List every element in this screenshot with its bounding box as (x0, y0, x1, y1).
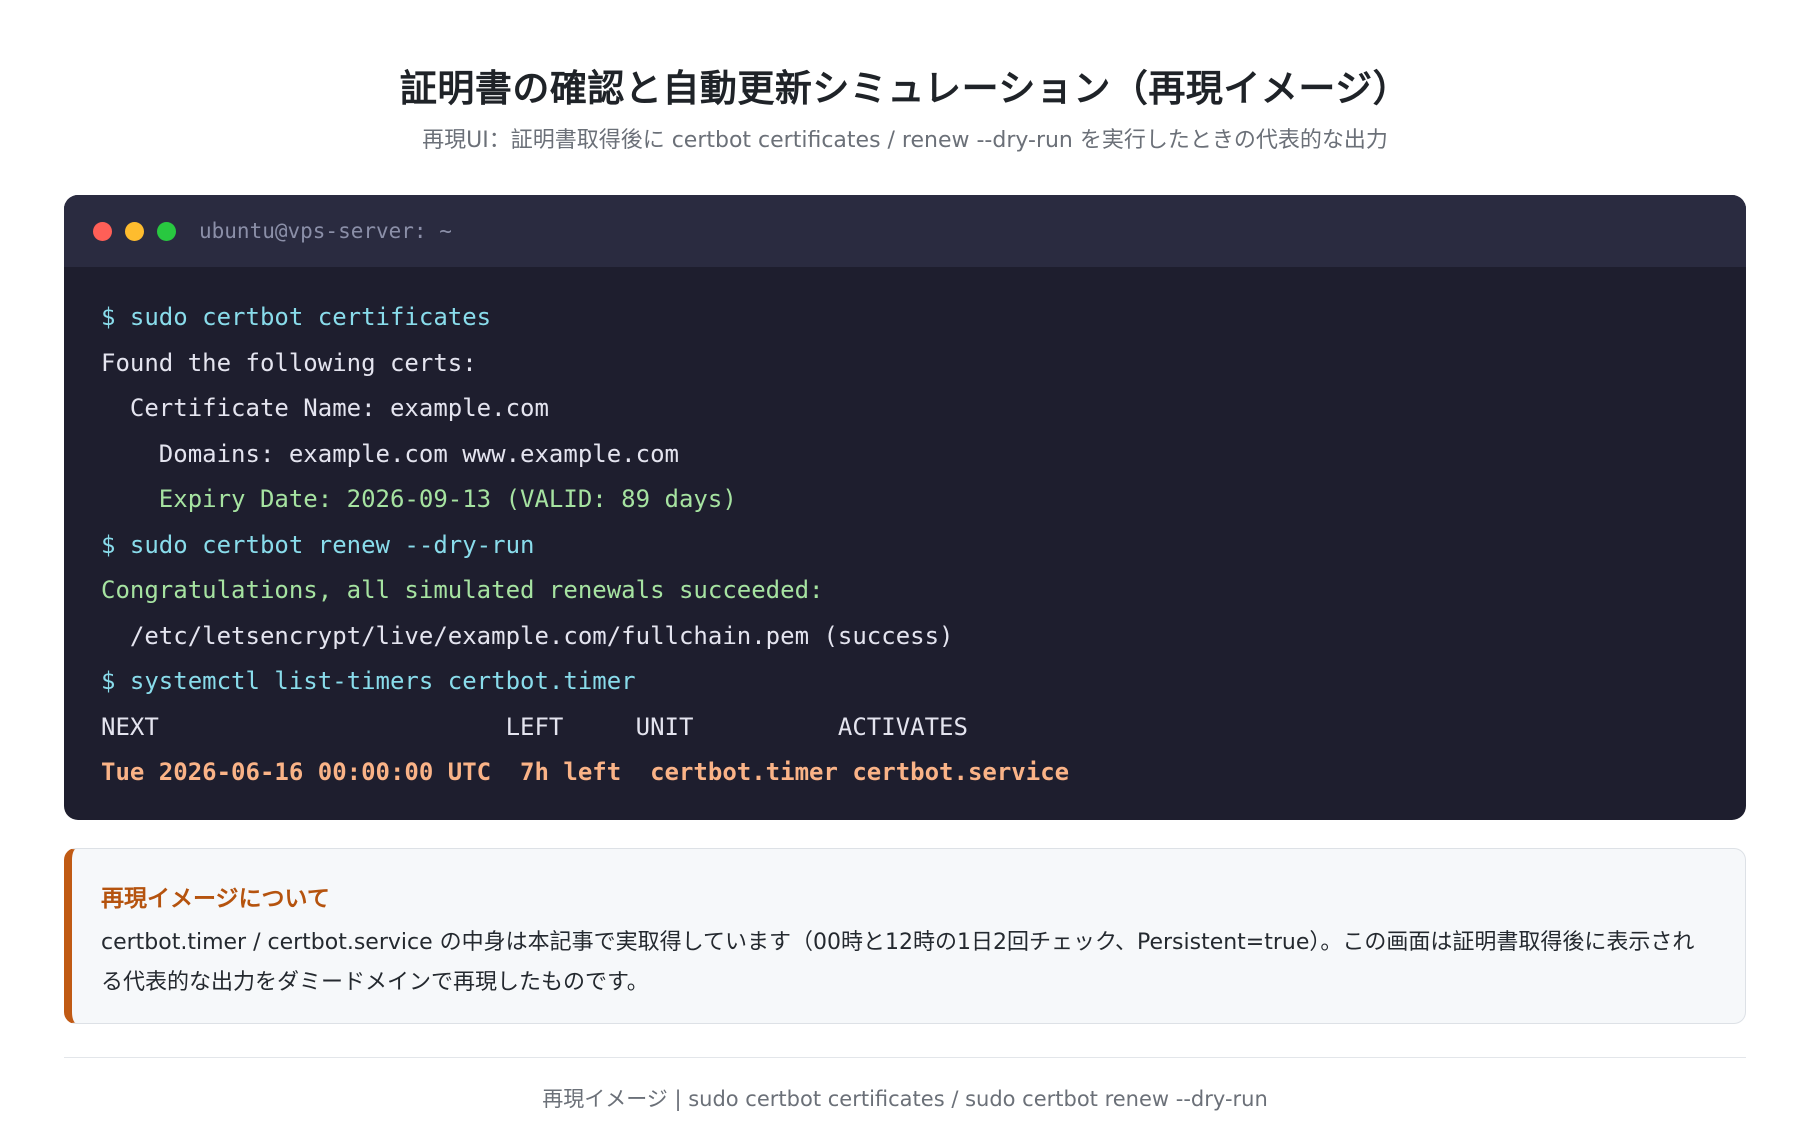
terminal-line: Certificate Name: example.com (101, 394, 549, 422)
footer-divider (64, 1057, 1746, 1058)
terminal-line: $ sudo certbot renew --dry-run (101, 530, 535, 559)
terminal-window[interactable]: ubuntu@vps-server: ~ $ sudo certbot cert… (64, 195, 1746, 820)
terminal-titlebar[interactable]: ubuntu@vps-server: ~ (64, 195, 1746, 267)
minimize-window-icon[interactable] (125, 221, 144, 241)
footer-caption: 再現イメージ | sudo certbot certificates / sud… (542, 1087, 1268, 1111)
maximize-window-icon[interactable] (157, 221, 176, 241)
note-title: 再現イメージについて (101, 886, 330, 912)
terminal-line: $ systemctl list-timers certbot.timer (101, 667, 636, 695)
note-text: certbot.timer / certbot.service の中身は本記事で… (101, 930, 1695, 995)
terminal-line: Found the following certs: (101, 348, 477, 377)
page-subtitle: 再現UI：証明書取得後に certbot certificates / rene… (422, 128, 1388, 153)
terminal-line: /etc/letsencrypt/live/example.com/fullch… (101, 621, 954, 650)
terminal-line: Expiry Date: 2026-09-13 (VALID: 89 days) (101, 485, 737, 513)
terminal-line: Domains: example.com www.example.com (101, 439, 679, 468)
info-note: 再現イメージについて certbot.timer / certbot.servi… (64, 848, 1746, 1024)
terminal-line: $ sudo certbot certificates (101, 303, 492, 331)
terminal-window-title: ubuntu@vps-server: ~ (199, 219, 452, 243)
terminal-line: NEXT LEFT UNIT ACTIVATES (101, 712, 968, 741)
page: 証明書の確認と自動更新シミュレーション（再現イメージ） 再現UI：証明書取得後に… (64, 0, 1746, 1146)
close-window-icon[interactable] (93, 221, 112, 241)
page-title: 証明書の確認と自動更新シミュレーション（再現イメージ） (399, 67, 1411, 110)
terminal-output[interactable]: $ sudo certbot certificates Found the fo… (101, 295, 1726, 796)
terminal-line: Congratulations, all simulated renewals … (101, 576, 824, 604)
terminal-line: Tue 2026-06-16 00:00:00 UTC 7h left cert… (101, 758, 1070, 786)
